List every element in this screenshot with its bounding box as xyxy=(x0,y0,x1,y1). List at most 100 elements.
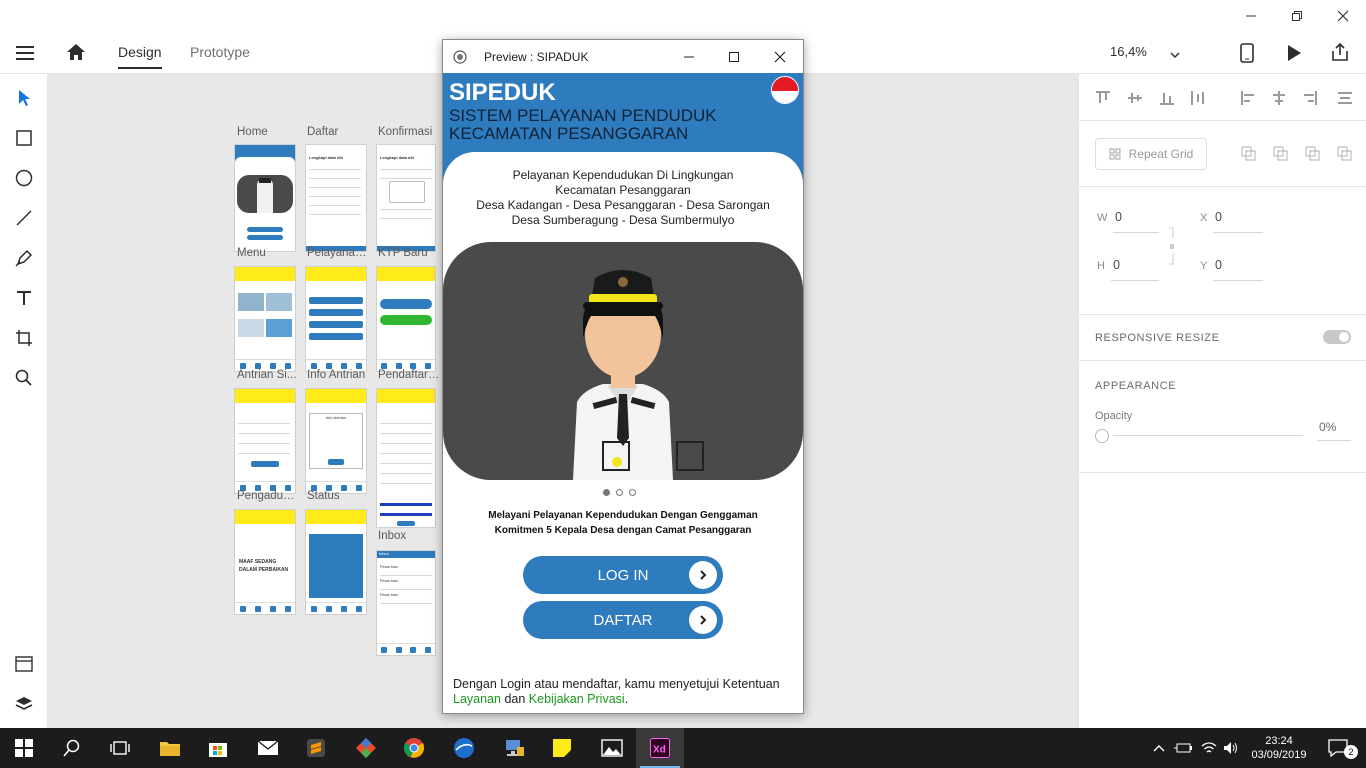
layers-panel-icon[interactable] xyxy=(12,692,36,716)
artboard-label-menu[interactable]: Menu xyxy=(237,247,299,259)
taskbar-file-explorer[interactable] xyxy=(146,728,194,768)
taskbar-browser[interactable] xyxy=(440,728,488,768)
artboard-label-inbox[interactable]: Inbox xyxy=(378,530,408,542)
artboard-daftar[interactable]: Lengkapi data diri xyxy=(305,144,367,252)
opacity-slider-track[interactable] xyxy=(1113,435,1303,436)
taskbar-store[interactable] xyxy=(194,728,242,768)
mini-inbox-item-2: Pesan baru xyxy=(380,579,398,583)
zoom-tool-icon[interactable] xyxy=(12,366,36,390)
artboard-label-antrian[interactable]: Antrian Si... xyxy=(237,369,299,381)
rectangle-tool-icon[interactable] xyxy=(12,126,36,150)
artboard-home[interactable] xyxy=(234,144,296,252)
artboard-label-pendaftaran[interactable]: Pendaftara... xyxy=(378,369,440,381)
assets-panel-icon[interactable] xyxy=(12,652,36,676)
artboard-label-status[interactable]: Status xyxy=(307,490,369,502)
close-window-button[interactable] xyxy=(1320,6,1366,28)
mini-daftar-title: Lengkapi data diri xyxy=(309,155,344,160)
taskbar-photos[interactable] xyxy=(588,728,636,768)
artboard-label-pelayanan[interactable]: Pelayanan ... xyxy=(307,247,369,259)
responsive-resize-toggle[interactable] xyxy=(1323,330,1351,344)
share-icon[interactable] xyxy=(1330,42,1350,67)
height-input[interactable]: 0 xyxy=(1113,258,1120,272)
taskbar-mail[interactable] xyxy=(244,728,292,768)
action-center-button[interactable]: 2 xyxy=(1318,728,1358,768)
task-view-button[interactable] xyxy=(96,728,144,768)
start-button[interactable] xyxy=(0,728,48,768)
terms-of-service-link[interactable]: Layanan xyxy=(453,692,501,706)
align-horizontal-icons[interactable] xyxy=(1241,90,1353,111)
artboard-label-pengaduan[interactable]: Pengadua... xyxy=(237,490,299,502)
artboard-pengaduan[interactable]: MAAF SEDANG DALAM PERBAIKAN xyxy=(234,509,296,615)
carousel-slide[interactable] xyxy=(443,242,803,480)
pen-tool-icon[interactable] xyxy=(12,246,36,270)
taskbar-sticky-notes[interactable] xyxy=(538,728,586,768)
play-icon[interactable] xyxy=(1286,44,1302,67)
app-brand: SIPEDUK xyxy=(449,79,556,106)
taskbar-git[interactable] xyxy=(342,728,390,768)
record-icon[interactable] xyxy=(453,50,467,69)
width-input[interactable]: 0 xyxy=(1115,210,1122,224)
login-button[interactable]: LOG IN xyxy=(523,556,723,594)
artboard-menu[interactable] xyxy=(234,266,296,372)
restore-button[interactable] xyxy=(1274,6,1320,28)
show-hidden-icons[interactable] xyxy=(1150,728,1168,768)
artboard-label-ktp-baru[interactable]: KTP Baru xyxy=(378,247,440,259)
officer-illustration xyxy=(573,270,704,480)
store-icon xyxy=(209,743,227,757)
artboard-label-konfirmasi[interactable]: Konfirmasi xyxy=(378,126,440,138)
text-tool-icon[interactable] xyxy=(12,286,36,310)
zoom-level[interactable]: 16,4% xyxy=(1110,44,1147,59)
artboard-label-daftar[interactable]: Daftar xyxy=(307,126,369,138)
artboard-status[interactable] xyxy=(305,509,367,615)
dot-1[interactable] xyxy=(603,489,610,496)
privacy-policy-link[interactable]: Kebijakan Privasi xyxy=(529,692,625,706)
artboard-pelayanan[interactable] xyxy=(305,266,367,372)
mini-info-title: Info Antrian xyxy=(325,415,347,420)
taskbar-sublime[interactable] xyxy=(292,728,340,768)
wifi-status[interactable] xyxy=(1198,728,1220,768)
artboard-konfirmasi[interactable]: Lengkapi data diri xyxy=(376,144,436,252)
volume-control[interactable] xyxy=(1220,728,1242,768)
repeat-grid-button[interactable]: Repeat Grid xyxy=(1095,138,1207,170)
lock-aspect-icon[interactable] xyxy=(1168,226,1176,271)
artboard-label-info-antrian[interactable]: Info Antrian xyxy=(307,369,369,381)
artboard-tool-icon[interactable] xyxy=(12,326,36,350)
taskbar-adobe-xd[interactable]: Xd xyxy=(636,728,684,768)
minimize-button[interactable] xyxy=(1228,6,1274,28)
tab-design[interactable]: Design xyxy=(118,44,162,69)
artboard-ktp-baru[interactable] xyxy=(376,266,436,372)
dot-2[interactable] xyxy=(616,489,623,496)
artboard-antrian[interactable] xyxy=(234,388,296,494)
adobe-xd-window: Design Prototype 16,4% Home Daftar Konfi… xyxy=(0,0,1366,768)
line-tool-icon[interactable] xyxy=(12,206,36,230)
artboard-info-antrian[interactable]: Info Antrian xyxy=(305,388,367,494)
taskbar-network-app[interactable] xyxy=(490,728,538,768)
register-button[interactable]: DAFTAR xyxy=(523,601,723,639)
clock[interactable]: 23:24 03/09/2019 xyxy=(1246,728,1312,768)
battery-status[interactable] xyxy=(1172,728,1194,768)
preview-minimize-icon[interactable] xyxy=(683,50,695,68)
boolean-ops-icons[interactable] xyxy=(1241,146,1353,167)
carousel-indicator[interactable] xyxy=(603,489,636,496)
device-preview-icon[interactable] xyxy=(1240,43,1254,68)
preview-maximize-icon[interactable] xyxy=(728,50,740,68)
artboard-inbox[interactable]: Inbox Pesan baru Pesan baru Pesan baru xyxy=(376,550,436,656)
opacity-slider-handle[interactable] xyxy=(1095,429,1111,443)
artboard-label-home[interactable]: Home xyxy=(237,126,299,138)
select-tool-icon[interactable] xyxy=(12,86,36,110)
ellipse-tool-icon[interactable] xyxy=(12,166,36,190)
home-icon[interactable] xyxy=(66,43,86,66)
chevron-down-icon[interactable] xyxy=(1170,46,1180,64)
opacity-value[interactable]: 0% xyxy=(1319,420,1336,434)
y-input[interactable]: 0 xyxy=(1215,258,1222,272)
hamburger-menu-icon[interactable] xyxy=(16,45,34,66)
artboard-pendaftaran[interactable] xyxy=(376,388,436,528)
x-input[interactable]: 0 xyxy=(1215,210,1222,224)
preview-close-icon[interactable] xyxy=(774,50,786,68)
dot-3[interactable] xyxy=(629,489,636,496)
tab-prototype[interactable]: Prototype xyxy=(190,44,250,60)
globe-icon xyxy=(454,738,474,758)
repeat-grid-label: Repeat Grid xyxy=(1128,147,1194,161)
search-button[interactable] xyxy=(48,728,96,768)
taskbar-chrome[interactable] xyxy=(390,728,438,768)
